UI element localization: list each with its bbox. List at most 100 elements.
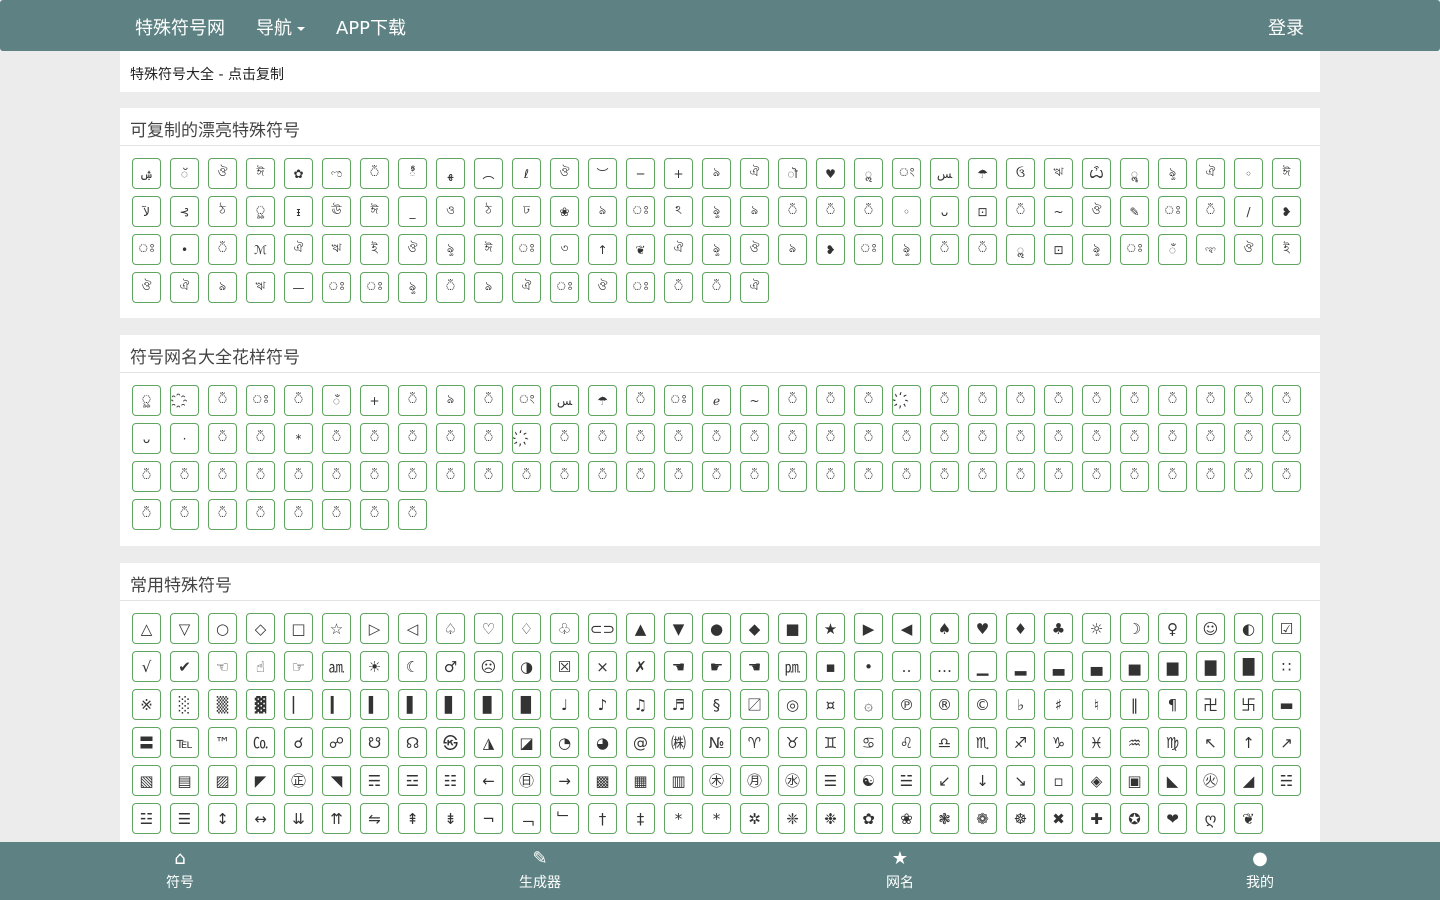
symbol-button[interactable]: ँ [1158,234,1187,265]
symbol-button[interactable]: + [360,385,389,416]
symbol-button[interactable]: ▨ [208,765,237,796]
symbol-button[interactable]: ঁ [1044,385,1073,416]
symbol-button[interactable]: ▆ [1158,651,1187,682]
symbol-button[interactable]: ㊍ [702,765,731,796]
symbol-button[interactable]: ও [436,196,465,227]
symbol-button[interactable]: ⇞ [398,803,427,834]
symbol-button[interactable]: ঐ [512,272,541,303]
symbol-button[interactable]: √ [132,651,161,682]
symbol-button[interactable]: ঁ [1006,423,1035,454]
symbol-button[interactable]: ☌ [284,727,313,758]
symbol-button[interactable]: ঁ [1044,461,1073,492]
symbol-button[interactable]: ঁ [702,423,731,454]
symbol-button[interactable]: ⇊ [284,803,313,834]
symbol-button[interactable]: ঁ [246,423,275,454]
symbol-button[interactable]: ঁ [778,196,807,227]
symbol-button[interactable]: ▁ [968,651,997,682]
symbol-button[interactable]: ঁ [968,423,997,454]
symbol-button[interactable]: ঌ [778,234,807,265]
symbol-button[interactable]: ঁ [930,423,959,454]
symbol-button[interactable]: ঁ [854,461,883,492]
symbol-button[interactable]: ㊌ [778,765,807,796]
symbol-button[interactable]: ঁ [816,196,845,227]
symbol-button[interactable]: ঋ [322,234,351,265]
symbol-button[interactable]: ঁ [398,499,427,530]
symbol-button[interactable]: † [588,803,617,834]
symbol-button[interactable]: ▊ [474,689,503,720]
symbol-button[interactable]: ✿ [854,803,883,834]
symbol-button[interactable]: ▃ [1044,651,1073,682]
symbol-button[interactable]: ঁ [702,272,731,303]
symbol-button[interactable]: ঁ [778,385,807,416]
symbol-button[interactable]: ♎ [930,727,959,758]
symbol-button[interactable]: ঁ [436,272,465,303]
symbol-button[interactable]: ঐ [170,272,199,303]
symbol-button[interactable]: ঽ [664,196,693,227]
symbol-button[interactable]: ҉ [892,385,921,416]
symbol-button[interactable]: ℗ [892,689,921,720]
symbol-button[interactable]: ঁ [1196,196,1225,227]
symbol-button[interactable]: ঁ [930,234,959,265]
symbol-button[interactable]: ♮ [1082,689,1111,720]
symbol-button[interactable]: ঔ [398,234,427,265]
symbol-button[interactable]: ᵻ [284,196,313,227]
symbol-button[interactable]: ㊐ [512,765,541,796]
symbol-button[interactable]: ঁ [1272,423,1301,454]
symbol-button[interactable]: ☽ [1120,613,1149,644]
symbol-button[interactable]: ঁ [626,385,655,416]
symbol-button[interactable]: ঐ [740,272,769,303]
symbol-button[interactable]: ঐ [664,234,693,265]
symbol-button[interactable]: ৡ [702,234,731,265]
symbol-button[interactable]: ↔ [246,803,275,834]
symbol-button[interactable]: ঁ [930,461,959,492]
symbol-button[interactable]: □ [284,613,313,644]
symbol-button[interactable]: ৣ [132,385,161,416]
symbol-button[interactable]: ☞ [284,651,313,682]
symbol-button[interactable]: ‖ [1120,689,1149,720]
symbol-button[interactable]: ঁ [892,423,921,454]
symbol-button[interactable]: ‥ [892,651,921,682]
symbol-button[interactable]: ♥ [968,613,997,644]
symbol-button[interactable]: ♠ [930,613,959,644]
symbol-button[interactable]: • [170,234,199,265]
symbol-button[interactable]: ⇈ [322,803,351,834]
symbol-button[interactable]: ঁ [360,423,389,454]
symbol-button[interactable]: — [284,272,313,303]
symbol-button[interactable]: · [170,423,199,454]
symbol-button[interactable]: ← [474,765,503,796]
symbol-button[interactable]: ☴ [360,765,389,796]
symbol-button[interactable]: ♪ [588,689,617,720]
symbol-button[interactable]: ◤ [246,765,275,796]
symbol-button[interactable]: ▄ [1082,651,1111,682]
symbol-button[interactable]: * [664,803,693,834]
symbol-button[interactable]: ¶ [1158,689,1187,720]
symbol-button[interactable]: ® [930,689,959,720]
symbol-button[interactable]: … [930,651,959,682]
symbol-button[interactable]: ঁ [930,385,959,416]
symbol-button[interactable]: ~ [1044,196,1073,227]
symbol-button[interactable]: @ [626,727,655,758]
symbol-button[interactable]: ᴗ [132,423,161,454]
symbol-button[interactable]: ❉ [816,803,845,834]
symbol-button[interactable]: ♍ [1158,727,1187,758]
symbol-button[interactable]: ঁ [740,461,769,492]
symbol-button[interactable]: ঁ [626,423,655,454]
symbol-button[interactable]: ҈ [170,385,199,416]
symbol-button[interactable]: ℳ [246,234,275,265]
symbol-button[interactable]: ঁ [170,461,199,492]
symbol-button[interactable]: ঁ [208,234,237,265]
symbol-button[interactable]: ♢ [512,613,541,644]
symbol-button[interactable]: ▏ [284,689,313,720]
symbol-button[interactable]: ▉ [512,689,541,720]
symbol-button[interactable]: ঁ [360,461,389,492]
symbol-button[interactable]: ۺ [132,158,161,189]
symbol-button[interactable]: ঁ [968,385,997,416]
symbol-button[interactable]: ♐ [1006,727,1035,758]
symbol-button[interactable]: ঁ [968,461,997,492]
symbol-button[interactable]: ঁ [816,461,845,492]
symbol-button[interactable]: ঁ [1234,385,1263,416]
symbol-button[interactable]: ~ [740,385,769,416]
symbol-button[interactable]: ㉿ [436,727,465,758]
symbol-button[interactable]: ঔ [132,272,161,303]
symbol-button[interactable]: ☛ [702,651,731,682]
